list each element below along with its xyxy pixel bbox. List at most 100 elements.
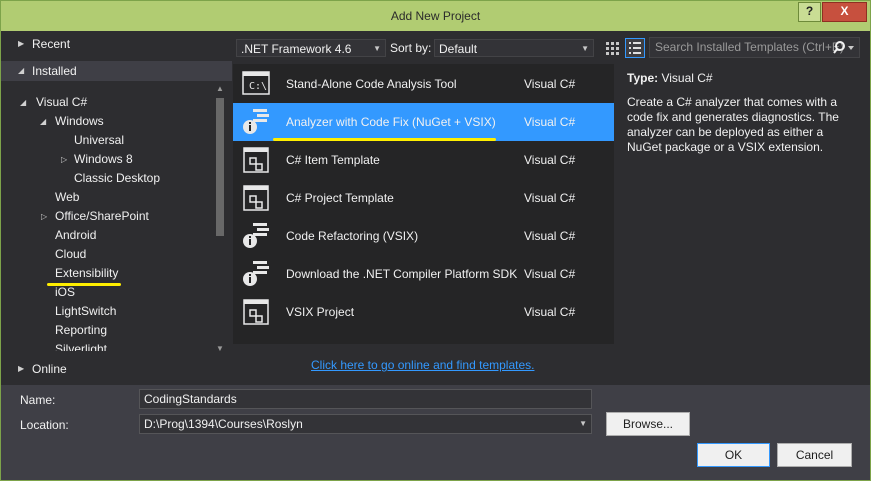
tree-item[interactable]: ◢ Windows: [1, 112, 213, 131]
tree-item-label: Android: [55, 228, 97, 242]
type-value: Visual C#: [661, 71, 713, 85]
tree-item-label: Windows 8: [74, 152, 133, 166]
template-row[interactable]: C# Item Template Visual C#: [233, 141, 614, 179]
nav-recent-label: Recent: [32, 37, 71, 51]
tree-scrollbar[interactable]: ▲ ▼: [214, 84, 226, 354]
expand-arrow-icon: ▶: [18, 39, 25, 48]
highlight-underline: [273, 138, 496, 141]
template-details: Type: Visual C# Create a C# analyzer tha…: [627, 71, 857, 155]
add-new-project-dialog: Add New Project ? X ▶ Recent ◢ Installed…: [0, 0, 871, 481]
tree-item[interactable]: ▷ Office/SharePoint: [1, 207, 213, 226]
project-template-icon: [241, 184, 271, 212]
type-line: Type: Visual C#: [627, 71, 857, 85]
tree-item[interactable]: Android: [1, 226, 213, 245]
expand-arrow-icon[interactable]: ▷: [41, 207, 47, 226]
location-value: D:\Prog\1394\Courses\Roslyn: [144, 417, 303, 431]
tree-item-label: Visual C#: [36, 95, 88, 109]
template-name: Analyzer with Code Fix (NuGet + VSIX): [286, 115, 496, 129]
template-language: Visual C#: [524, 267, 576, 281]
vsix-icon: [241, 298, 271, 326]
template-row[interactable]: C# Project Template Visual C#: [233, 179, 614, 217]
tree-item[interactable]: Extensibility: [1, 264, 213, 283]
tree-item-label: Office/SharePoint: [55, 209, 149, 223]
dialog-title: Add New Project: [390, 9, 481, 23]
expand-arrow-icon[interactable]: ▷: [61, 150, 67, 169]
tree-item[interactable]: Cloud: [1, 245, 213, 264]
project-form: Name: CodingStandards Location: D:\Prog\…: [1, 385, 870, 480]
tree-item[interactable]: LightSwitch: [1, 302, 213, 321]
online-templates-link[interactable]: Click here to go online and find templat…: [311, 358, 534, 372]
search-icon[interactable]: [833, 40, 857, 56]
item-template-icon: [241, 146, 271, 174]
title-bar[interactable]: Add New Project ? X: [1, 1, 870, 31]
grid-view-button[interactable]: [602, 38, 622, 58]
tree-item[interactable]: Web: [1, 188, 213, 207]
sort-dropdown[interactable]: Default ▼: [434, 39, 594, 57]
template-description: Create a C# analyzer that comes with a c…: [627, 95, 839, 154]
tree-item[interactable]: Reporting: [1, 321, 213, 340]
tree-item-label: Classic Desktop: [74, 171, 161, 185]
tree-item-label: LightSwitch: [55, 304, 117, 318]
browse-button[interactable]: Browse...: [606, 412, 690, 436]
template-name: Stand-Alone Code Analysis Tool: [286, 77, 457, 91]
sdk-download-icon: [241, 260, 271, 288]
template-row[interactable]: Code Refactoring (VSIX) Visual C#: [233, 217, 614, 255]
tree-item-label: Universal: [74, 133, 125, 147]
nav-installed[interactable]: ◢ Installed: [1, 61, 232, 81]
template-name: Code Refactoring (VSIX): [286, 229, 419, 243]
close-button[interactable]: X: [822, 2, 867, 22]
scroll-thumb[interactable]: [216, 98, 224, 236]
tree-item[interactable]: Silverlight: [1, 340, 213, 351]
tree-item-label: Cloud: [55, 247, 87, 261]
tree-item-label: Reporting: [55, 323, 108, 337]
framework-value: .NET Framework 4.6: [241, 42, 352, 56]
template-name: C# Item Template: [286, 153, 380, 167]
tree-item[interactable]: ▷ Windows 8: [1, 150, 213, 169]
chevron-down-icon: ▼: [373, 44, 381, 53]
highlight-underline: [47, 283, 121, 286]
template-row[interactable]: VSIX Project Visual C#: [233, 293, 614, 331]
grid-view-icon: [606, 42, 619, 55]
template-language: Visual C#: [524, 191, 576, 205]
nav-recent[interactable]: ▶ Recent: [1, 34, 231, 54]
template-language: Visual C#: [524, 115, 576, 129]
tree-item[interactable]: Universal: [1, 131, 213, 150]
template-category-tree[interactable]: ◢ Visual C# ◢ Windows Universal ▷ Windows 8 Cla…: [1, 93, 213, 351]
scroll-up-icon[interactable]: ▲: [214, 84, 226, 94]
template-row[interactable]: C:\ Stand-Alone Code Analysis Tool Visual …: [233, 65, 614, 103]
help-button[interactable]: ?: [798, 2, 821, 22]
tree-item[interactable]: ◢ Visual C#: [1, 93, 213, 112]
list-view-button[interactable]: [625, 38, 645, 58]
nav-online-label: Online: [32, 362, 67, 376]
list-view-icon: [629, 42, 641, 54]
template-row[interactable]: Download the .NET Compiler Platform SDK V…: [233, 255, 614, 293]
name-input[interactable]: CodingStandards: [139, 389, 592, 409]
template-list[interactable]: C:\ Stand-Alone Code Analysis Tool Visual …: [233, 64, 614, 344]
template-name: Download the .NET Compiler Platform SDK: [286, 267, 518, 281]
chevron-down-icon: ▼: [581, 44, 589, 53]
tree-item-label: Extensibility: [55, 266, 119, 280]
framework-dropdown[interactable]: .NET Framework 4.6 ▼: [236, 39, 386, 57]
template-language: Visual C#: [524, 229, 576, 243]
tree-item-label: Windows: [55, 114, 104, 128]
analyzer-icon: [241, 108, 271, 136]
collapse-arrow-icon[interactable]: ◢: [20, 93, 26, 112]
collapse-arrow-icon[interactable]: ◢: [40, 112, 46, 131]
tree-item[interactable]: Classic Desktop: [1, 169, 213, 188]
location-label: Location:: [20, 418, 69, 432]
sort-value: Default: [439, 42, 478, 56]
ok-button[interactable]: OK: [697, 443, 770, 467]
search-input[interactable]: Search Installed Templates (Ctrl+E): [649, 37, 860, 58]
type-label: Type:: [627, 71, 659, 85]
svg-text:C:\: C:\: [249, 81, 267, 92]
expand-arrow-icon: ▶: [18, 364, 25, 373]
nav-online[interactable]: ▶ Online: [1, 359, 231, 379]
template-row[interactable]: Analyzer with Code Fix (NuGet + VSIX) Vis…: [233, 103, 614, 141]
tree-item-label: Silverlight: [55, 342, 108, 351]
template-name: VSIX Project: [286, 305, 355, 319]
scroll-down-icon[interactable]: ▼: [214, 344, 226, 354]
name-label: Name:: [20, 393, 56, 407]
location-input[interactable]: D:\Prog\1394\Courses\Roslyn ▼: [139, 414, 592, 434]
chevron-down-icon[interactable]: ▼: [579, 415, 587, 433]
cancel-button[interactable]: Cancel: [777, 443, 852, 467]
